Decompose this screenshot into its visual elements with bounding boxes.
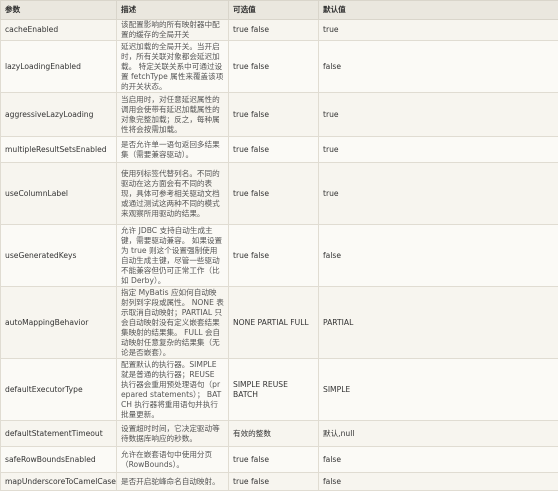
table-row: useColumnLabel 使用列标签代替列名。不同的驱动在这方面会有不同的表现… [0, 162, 558, 225]
values-cell: true false [228, 472, 319, 491]
param-cell: defaultStatementTimeout [0, 420, 117, 447]
default-cell: true [318, 92, 558, 137]
values-cell: true false [228, 224, 319, 287]
table-body: cacheEnabled 该配置影响的所有映射器中配置的缓存的全局开关 true f… [0, 19, 558, 491]
default-cell: PARTIAL [318, 286, 558, 359]
description-cell: 指定 MyBatis 应如何自动映射列到字段或属性。 NONE 表示取消自动映射… [116, 286, 229, 359]
param-cell: autoMappingBehavior [0, 286, 117, 359]
description-cell: 允许在嵌套语句中使用分页（RowBounds）。 [116, 446, 229, 473]
param-cell: cacheEnabled [0, 19, 117, 41]
description-cell: 使用列标签代替列名。不同的驱动在这方面会有不同的表现，具体可参考相关驱动文档或通… [116, 162, 229, 225]
table-row: defaultExecutorType 配置默认的执行器。SIMPLE 就是普通的… [0, 358, 558, 421]
default-cell: false [318, 446, 558, 473]
description-cell: 该配置影响的所有映射器中配置的缓存的全局开关 [116, 19, 229, 41]
table-row: defaultStatementTimeout 设置超时时间，它决定驱动等待数据库… [0, 420, 558, 447]
table-row: safeRowBoundsEnabled 允许在嵌套语句中使用分页（RowBoun… [0, 446, 558, 473]
default-cell: true [318, 162, 558, 225]
values-cell: 有效的整数 [228, 420, 319, 447]
table-row: multipleResultSetsEnabled 是否允许单一语句返回多结果集（… [0, 136, 558, 163]
param-cell: lazyLoadingEnabled [0, 40, 117, 93]
values-cell: true false [228, 162, 319, 225]
param-cell: useGeneratedKeys [0, 224, 117, 287]
param-cell: safeRowBoundsEnabled [0, 446, 117, 473]
description-cell: 当启用时，对任意延迟属性的调用会使带有延迟加载属性的对象完整加载；反之，每种属性… [116, 92, 229, 137]
header-values: 可选值 [228, 0, 319, 20]
values-cell: true false [228, 446, 319, 473]
table-row: autoMappingBehavior 指定 MyBatis 应如何自动映射列到字… [0, 286, 558, 359]
default-cell: false [318, 472, 558, 491]
values-cell: true false [228, 40, 319, 93]
values-cell: NONE PARTIAL FULL [228, 286, 319, 359]
param-cell: useColumnLabel [0, 162, 117, 225]
values-cell: true false [228, 136, 319, 163]
table-row: useGeneratedKeys 允许 JDBC 支持自动生成主键，需要驱动兼容。… [0, 224, 558, 287]
default-cell: SIMPLE [318, 358, 558, 421]
param-cell: mapUnderscoreToCamelCase [0, 472, 117, 491]
header-default: 默认值 [318, 0, 558, 20]
description-cell: 允许 JDBC 支持自动生成主键，需要驱动兼容。 如果设置为 true 则这个设… [116, 224, 229, 287]
default-cell: false [318, 224, 558, 287]
settings-table: 参数 描述 可选值 默认值 cacheEnabled 该配置影响的所有映射器中配置… [0, 0, 558, 491]
header-description: 描述 [116, 0, 229, 20]
table-row: cacheEnabled 该配置影响的所有映射器中配置的缓存的全局开关 true f… [0, 19, 558, 41]
param-cell: multipleResultSetsEnabled [0, 136, 117, 163]
values-cell: true false [228, 92, 319, 137]
table-row: aggressiveLazyLoading 当启用时，对任意延迟属性的调用会使带有… [0, 92, 558, 137]
table-row: lazyLoadingEnabled 延迟加载的全局开关。当开启时，所有关联对象都… [0, 40, 558, 93]
description-cell: 是否开启驼峰命名自动映射。 [116, 472, 229, 491]
description-cell: 配置默认的执行器。SIMPLE 就是普通的执行器；REUSE 执行器会重用预处理… [116, 358, 229, 421]
header-param: 参数 [0, 0, 117, 20]
description-cell: 设置超时时间，它决定驱动等待数据库响应的秒数。 [116, 420, 229, 447]
param-cell: aggressiveLazyLoading [0, 92, 117, 137]
table-row: mapUnderscoreToCamelCase 是否开启驼峰命名自动映射。 tru… [0, 472, 558, 491]
default-cell: true [318, 136, 558, 163]
description-cell: 延迟加载的全局开关。当开启时，所有关联对象都会延迟加载。 特定关联关系中可通过设… [116, 40, 229, 93]
default-cell: true [318, 19, 558, 41]
param-cell: defaultExecutorType [0, 358, 117, 421]
values-cell: true false [228, 19, 319, 41]
description-cell: 是否允许单一语句返回多结果集（需要兼容驱动）。 [116, 136, 229, 163]
default-cell: false [318, 40, 558, 93]
default-cell: 默认,null [318, 420, 558, 447]
values-cell: SIMPLE REUSE BATCH [228, 358, 319, 421]
table-header-row: 参数 描述 可选值 默认值 [0, 0, 558, 20]
